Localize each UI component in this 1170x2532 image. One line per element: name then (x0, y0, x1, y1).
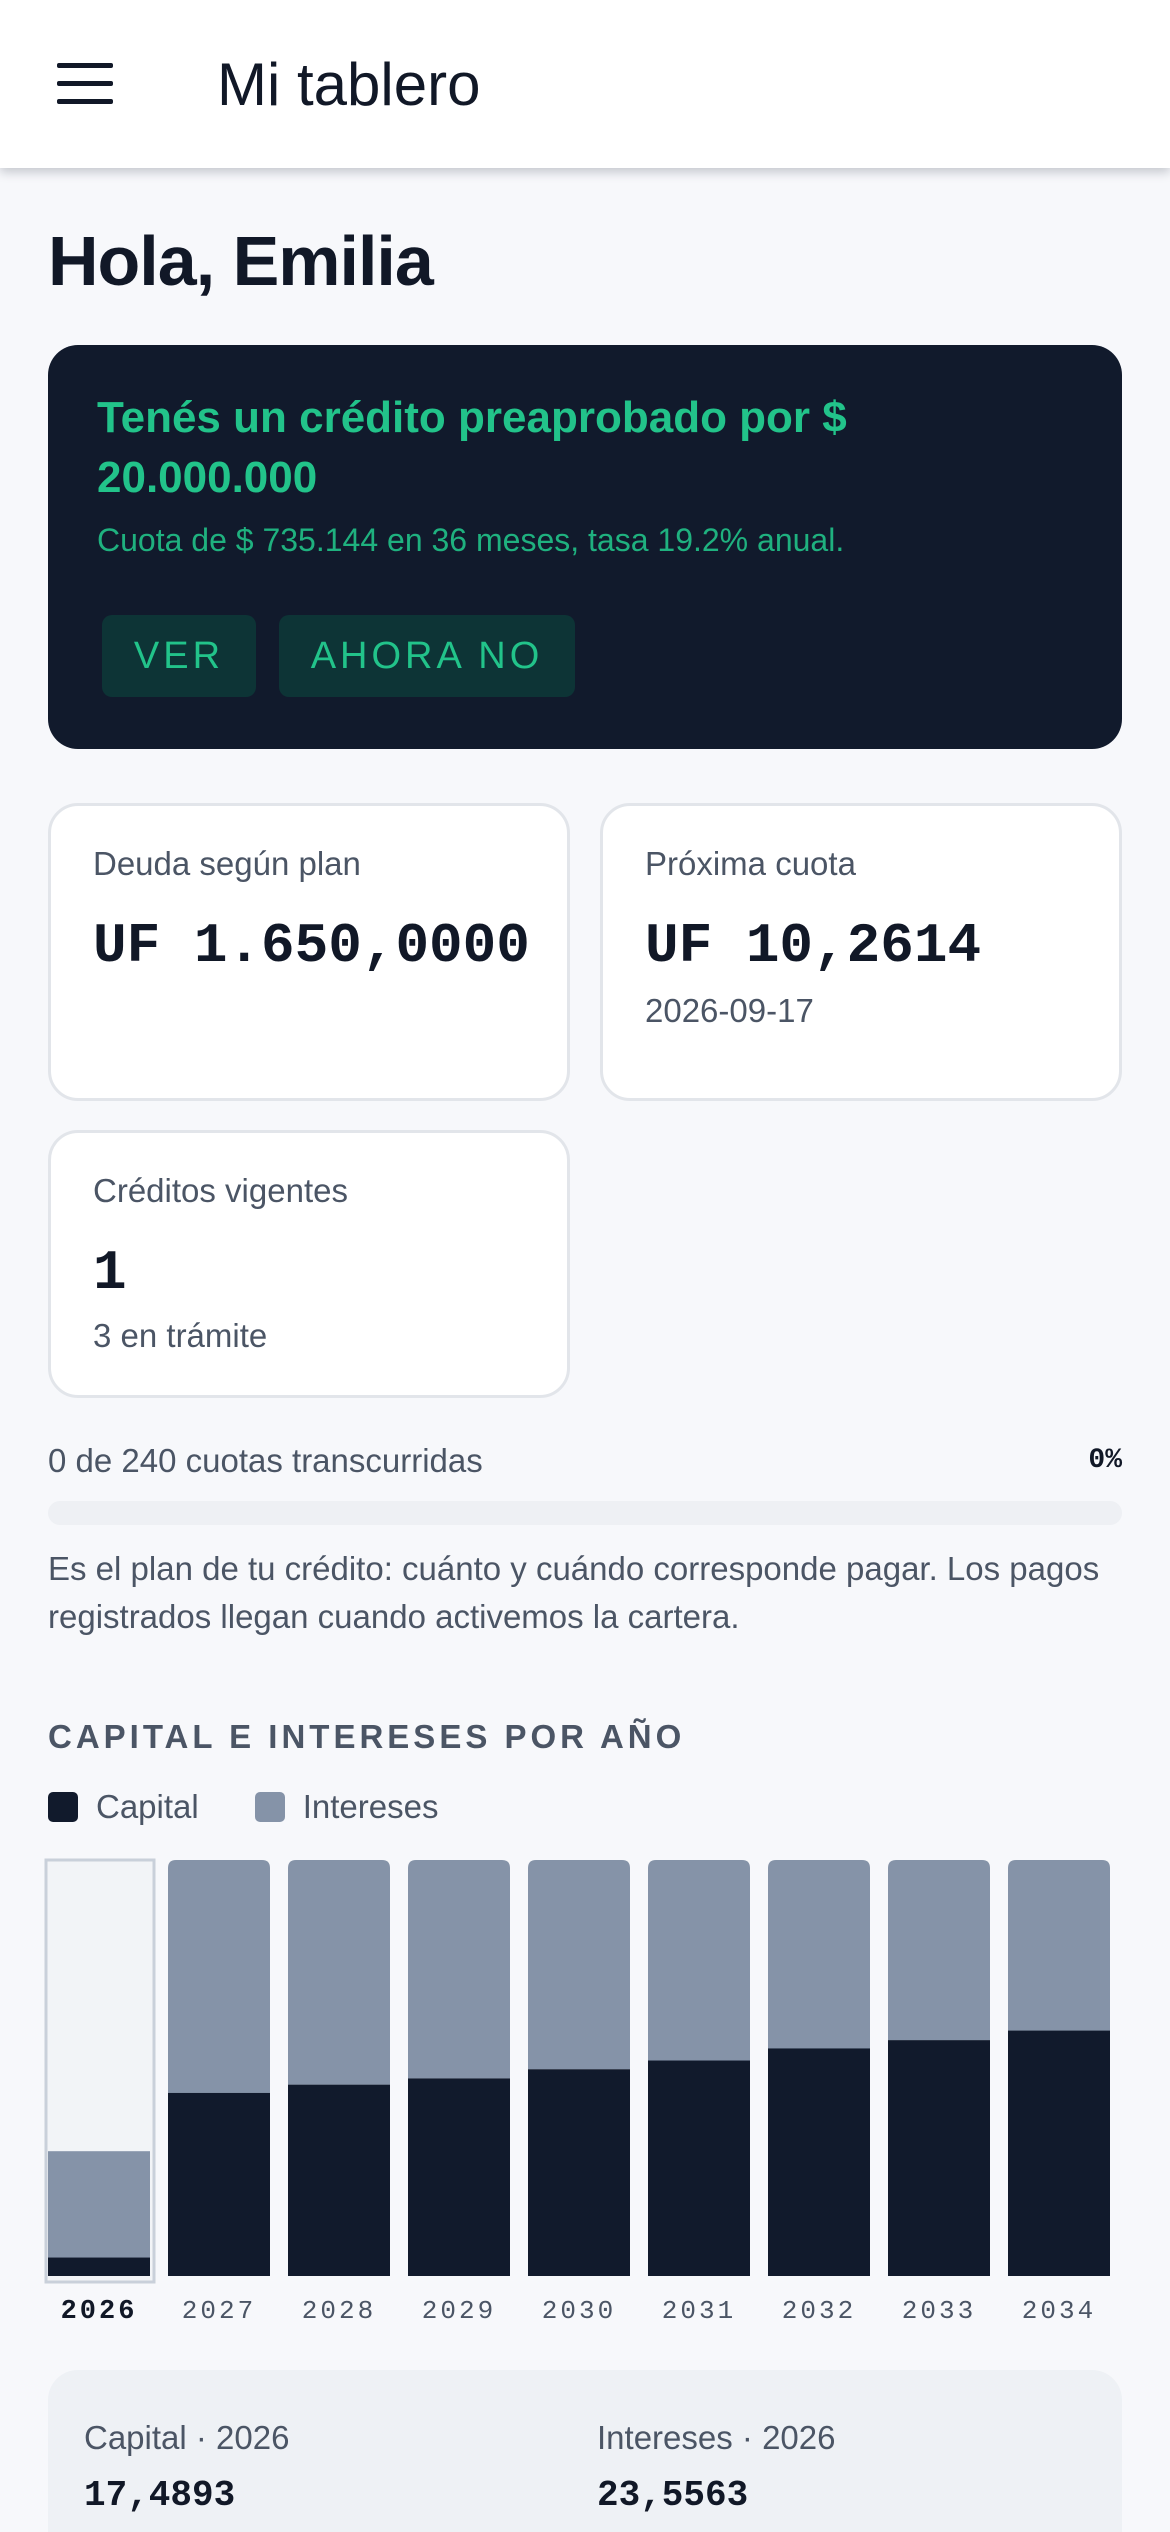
app-title: Mi tablero (217, 51, 481, 118)
bar-interest-2026[interactable] (48, 2151, 150, 2258)
year-detail-panel: Capital · 2026 17,4893 Intereses · 2026 … (48, 2370, 1122, 2532)
bar-interest-2033[interactable] (888, 1860, 990, 2041)
interest-year-value: 23,5563 (597, 2475, 749, 2516)
bar-capital-2031[interactable] (648, 2060, 750, 2276)
x-tick-label-2033: 2033 (902, 2296, 976, 2326)
x-tick-label-2026: 2026 (61, 2297, 138, 2327)
bar-capital-2027[interactable] (168, 2092, 270, 2276)
x-tick-label-2028: 2028 (302, 2296, 376, 2326)
bar-interest-2027[interactable] (168, 1860, 270, 2093)
chart-svg: 2026 2027 2028 2029 2030 2031 2032 2033 2034 (44, 1858, 1110, 2327)
x-tick-label-2030: 2030 (542, 2296, 616, 2326)
bar-capital-2030[interactable] (528, 2069, 630, 2276)
bar-interest-2032[interactable] (768, 1860, 870, 2049)
bar-interest-2030[interactable] (528, 1860, 630, 2070)
x-tick-label-2029: 2029 (422, 2296, 496, 2326)
bar-capital-2026[interactable] (48, 2257, 150, 2276)
x-tick-label-2027: 2027 (182, 2296, 256, 2326)
bar-capital-2028[interactable] (288, 2084, 390, 2276)
interest-year-label: Intereses · 2026 (597, 2419, 836, 2456)
capital-year-label: Capital · 2026 (84, 2419, 290, 2456)
x-tick-label-2031: 2031 (662, 2296, 736, 2326)
x-tick-label-2032: 2032 (782, 2296, 856, 2326)
menu-button[interactable] (40, 44, 130, 124)
bar-interest-2028[interactable] (288, 1860, 390, 2085)
bar-capital-2034[interactable] (1008, 2030, 1110, 2276)
bar-interest-2029[interactable] (408, 1860, 510, 2079)
x-tick-label-2034: 2034 (1022, 2296, 1096, 2326)
capital-interest-chart: 2026 2027 2028 2029 2030 2031 2032 2033 2034 (0, 0, 1170, 2532)
bar-interest-2031[interactable] (648, 1860, 750, 2061)
capital-year-value: 17,4893 (84, 2475, 236, 2516)
bar-capital-2029[interactable] (408, 2078, 510, 2276)
bar-capital-2032[interactable] (768, 2048, 870, 2276)
bar-interest-2034[interactable] (1008, 1860, 1110, 2031)
app-bar: Mi tablero (0, 0, 1170, 168)
bar-capital-2033[interactable] (888, 2040, 990, 2276)
hamburger-menu-icon (57, 63, 113, 105)
